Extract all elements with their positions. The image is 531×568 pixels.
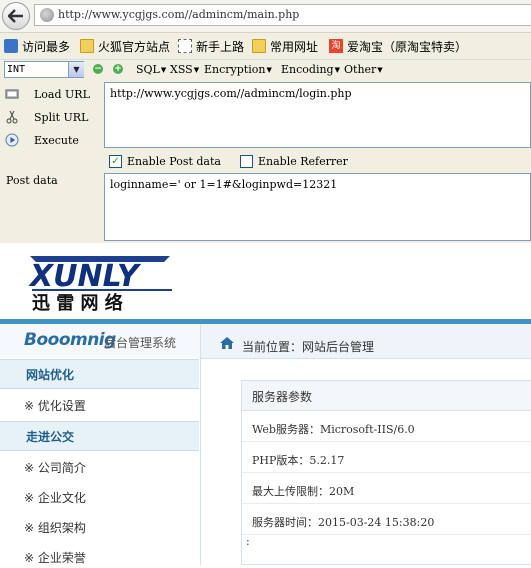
php-version-info: PHP版本：5.2.17	[252, 454, 345, 467]
chevron-down-icon[interactable]: ▼	[68, 62, 84, 77]
logo-chinese-text: 迅 雷 网 络	[32, 292, 123, 312]
logo-text: XUNLY	[28, 259, 142, 294]
bookmark-label: 爱淘宝（原淘宝特卖）	[347, 39, 468, 54]
menu-other[interactable]: Other▼	[344, 63, 383, 76]
bookmark-label: 常用网址	[270, 39, 319, 54]
sidebar-item-honors[interactable]: ※ 企业荣誉	[24, 548, 86, 568]
folder-icon	[80, 39, 94, 53]
post-data-textarea[interactable]: loginname=' or 1=1#&loginpwd=12321	[104, 173, 531, 241]
bookmark-label: 新手上路	[196, 39, 245, 54]
menu-label: SQL	[136, 63, 160, 76]
back-button[interactable]	[2, 2, 30, 30]
bookmark-label: 访问最多	[22, 39, 71, 54]
menu-sql[interactable]: SQL▼	[136, 63, 166, 76]
brand-subtitle: 后台管理系统	[104, 336, 177, 350]
url-textarea[interactable]: http://www.ycgjgs.com//admincm/login.php	[104, 82, 531, 148]
enable-referrer-checkbox[interactable]	[240, 155, 253, 168]
execute-button[interactable]: Execute	[4, 130, 79, 150]
load-url-icon	[4, 86, 20, 102]
enable-post-checkbox[interactable]: ✓	[109, 155, 122, 168]
menu-label: Encoding	[281, 63, 334, 76]
xunly-logo[interactable]: XUNLY 迅 雷 网 络	[26, 250, 176, 314]
back-arrow-icon	[8, 9, 23, 23]
bookmark-firefox-site[interactable]: 火狐官方站点	[80, 37, 170, 55]
server-time-info: 服务器时间：2015-03-24 15:38:20	[252, 516, 435, 529]
dropdown-arrow-icon: ▼	[334, 66, 340, 74]
menu-xss[interactable]: XSS▼	[170, 63, 199, 76]
enable-referrer-label: Enable Referrer	[258, 155, 348, 168]
home-icon[interactable]	[220, 337, 234, 349]
trailing-text: :	[246, 535, 250, 548]
split-url-label: Split URL	[34, 110, 89, 124]
search-magnifier-icon	[4, 39, 18, 53]
sidebar-item-org-structure[interactable]: ※ 组织架构	[24, 518, 86, 538]
execute-label: Execute	[34, 133, 79, 147]
globe-icon	[40, 8, 54, 22]
scissors-icon	[4, 109, 20, 125]
panel-title: 服务器参数	[252, 390, 313, 404]
bookmark-getting-started[interactable]: 新手上路	[178, 37, 244, 55]
breadcrumb: 当前位置：网站后台管理	[242, 340, 375, 354]
bookmark-most-visited[interactable]: 访问最多	[4, 37, 70, 55]
post-data-label: Post data	[6, 174, 58, 187]
folder-icon	[252, 39, 266, 53]
dropdown-arrow-icon: ▼	[193, 66, 200, 74]
dropdown-arrow-icon: ▼	[160, 66, 167, 74]
bookmark-label: 火狐官方站点	[98, 39, 171, 54]
sidebar-item-company-intro[interactable]: ※ 公司简介	[24, 458, 86, 478]
menu-label: Encryption	[204, 63, 266, 76]
dashed-box-icon	[178, 39, 192, 53]
upload-limit-info: 最大上传限制：20M	[252, 485, 355, 498]
taobao-icon: 淘	[329, 39, 343, 53]
split-url-button[interactable]: Split URL	[4, 107, 88, 127]
sidebar-item-culture[interactable]: ※ 企业文化	[24, 488, 86, 508]
address-bar-url: http://www.ycgjgs.com//admincm/main.php	[58, 8, 300, 21]
increase-button[interactable]: +	[113, 64, 123, 74]
decrease-button[interactable]: −	[93, 64, 103, 74]
load-url-label: Load URL	[34, 87, 90, 101]
dropdown-arrow-icon: ▼	[266, 66, 272, 74]
brand-name: Booomnig	[24, 330, 116, 350]
sidebar-section-about[interactable]: 走进公交	[0, 421, 199, 451]
load-url-button[interactable]: Load URL	[4, 84, 90, 104]
bookmark-taobao[interactable]: 淘 爱淘宝（原淘宝特卖）	[329, 37, 467, 55]
sidebar-item-optimize-settings[interactable]: ※ 优化设置	[24, 396, 86, 416]
enable-post-label: Enable Post data	[127, 155, 221, 168]
menu-label: Other	[344, 63, 377, 76]
sidebar-section-optimization[interactable]: 网站优化	[0, 359, 199, 389]
dropdown-arrow-icon: ▼	[377, 66, 383, 74]
menu-label: XSS	[170, 63, 193, 76]
play-icon	[4, 132, 20, 148]
web-server-info: Web服务器：Microsoft-IIS/6.0	[252, 423, 415, 436]
bookmark-common-sites[interactable]: 常用网址	[252, 37, 318, 55]
menu-encoding[interactable]: Encoding▼	[281, 63, 340, 76]
menu-encryption[interactable]: Encryption▼	[204, 63, 272, 76]
